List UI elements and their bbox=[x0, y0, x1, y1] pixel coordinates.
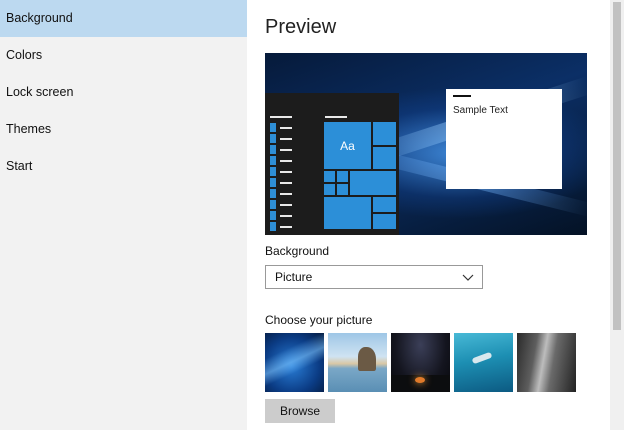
picture-thumb-night-sky[interactable] bbox=[391, 333, 450, 392]
sidebar-item-colors[interactable]: Colors bbox=[0, 37, 247, 74]
background-select[interactable]: Picture bbox=[265, 265, 483, 289]
sidebar-item-themes[interactable]: Themes bbox=[0, 111, 247, 148]
browse-button[interactable]: Browse bbox=[265, 399, 335, 423]
preview-app-row bbox=[270, 222, 294, 232]
preview-title: Preview bbox=[265, 16, 337, 38]
preview-menu-line bbox=[270, 116, 292, 118]
preview-tile bbox=[324, 197, 371, 229]
preview-tiles: Aa bbox=[324, 122, 396, 229]
preview-tile bbox=[373, 122, 396, 145]
scrollbar-thumb[interactable] bbox=[613, 2, 621, 330]
preview-app-row bbox=[270, 189, 294, 199]
choose-picture-label: Choose your picture bbox=[265, 313, 373, 327]
preview-tile bbox=[337, 184, 348, 195]
picture-thumb-rock[interactable] bbox=[517, 333, 576, 392]
preview-sample-text: Sample Text bbox=[453, 105, 508, 116]
preview-tiles-line bbox=[325, 116, 347, 118]
preview-tile bbox=[373, 214, 396, 229]
picture-thumb-windows-blue[interactable] bbox=[265, 333, 324, 392]
preview-window: Sample Text bbox=[446, 89, 562, 189]
preview-app-row bbox=[270, 145, 294, 155]
preview-tile bbox=[337, 171, 348, 182]
preview-app-row bbox=[270, 123, 294, 133]
preview-app-row bbox=[270, 167, 294, 177]
sidebar-item-background[interactable]: Background bbox=[0, 0, 247, 37]
picture-thumb-underwater[interactable] bbox=[454, 333, 513, 392]
preview-tile-wide bbox=[350, 171, 396, 195]
main-panel: Preview Aa Sample Text Background Pictur… bbox=[247, 0, 610, 430]
sidebar: Background Colors Lock screen Themes Sta… bbox=[0, 0, 247, 430]
preview-tile bbox=[373, 197, 396, 212]
preview-app-row bbox=[270, 134, 294, 144]
background-select-value: Picture bbox=[275, 270, 313, 284]
background-label: Background bbox=[265, 244, 330, 258]
desktop-preview: Aa Sample Text bbox=[265, 53, 587, 235]
preview-app-row bbox=[270, 200, 294, 210]
picture-thumb-beach[interactable] bbox=[328, 333, 387, 392]
sidebar-item-start[interactable]: Start bbox=[0, 148, 247, 185]
preview-window-bar bbox=[453, 95, 471, 97]
preview-tile bbox=[324, 184, 335, 195]
scrollbar[interactable] bbox=[610, 0, 624, 430]
preview-tile bbox=[373, 147, 396, 169]
preview-tile-large: Aa bbox=[324, 122, 371, 169]
preview-start-menu: Aa bbox=[265, 93, 399, 235]
chevron-down-icon bbox=[462, 274, 474, 281]
preview-app-row bbox=[270, 156, 294, 166]
preview-app-row bbox=[270, 178, 294, 188]
picture-thumbnails bbox=[265, 333, 577, 392]
sidebar-item-lock-screen[interactable]: Lock screen bbox=[0, 74, 247, 111]
preview-app-row bbox=[270, 211, 294, 221]
preview-tile bbox=[324, 171, 335, 182]
